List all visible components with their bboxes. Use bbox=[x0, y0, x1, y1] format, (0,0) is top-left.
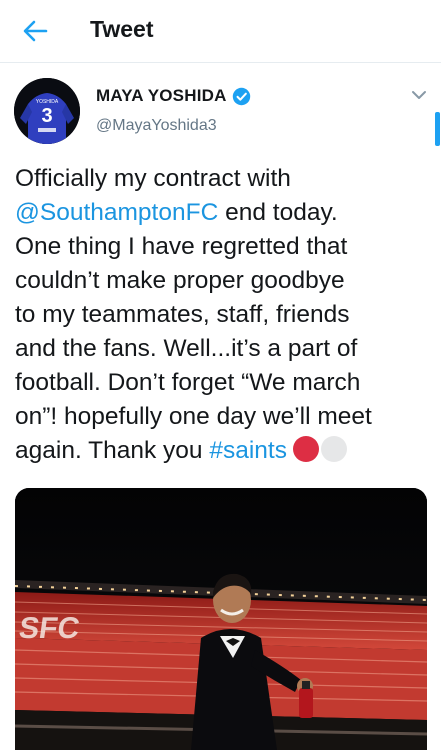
red-circle-emoji bbox=[292, 436, 319, 462]
arrow-left-icon[interactable] bbox=[22, 19, 48, 43]
author-name-row[interactable]: MAYA YOSHIDA bbox=[96, 86, 251, 106]
verified-badge-icon bbox=[232, 87, 250, 105]
page-title: Tweet bbox=[90, 16, 154, 42]
avatar-jersey-number: 3 bbox=[41, 105, 52, 127]
tweet-line: One thing I have regretted that bbox=[15, 233, 348, 260]
tweet-line: and the fans. Well...it’s a part of bbox=[15, 335, 358, 362]
tweet-line: Officially my contract with bbox=[15, 165, 291, 192]
tweet-line: again. Thank you #saints bbox=[15, 434, 425, 468]
white-circle-emoji bbox=[320, 436, 347, 462]
hashtag-link[interactable]: #saints bbox=[209, 437, 287, 464]
tweet-line: football. Don’t forget “We march bbox=[15, 369, 361, 396]
tweet-text-fragment: again. Thank you bbox=[15, 437, 210, 464]
chevron-down-icon[interactable] bbox=[411, 90, 427, 100]
tweet-text-fragment: end today. bbox=[218, 199, 338, 226]
stand-lettering: SFC bbox=[17, 612, 82, 645]
avatar[interactable]: YOSHIDA 3 bbox=[14, 78, 80, 144]
top-bar: Tweet bbox=[0, 0, 441, 63]
tweet-line: @SouthamptonFC end today. bbox=[15, 196, 425, 230]
author-display-name[interactable]: MAYA YOSHIDA bbox=[96, 86, 227, 106]
scrollbar-thumb[interactable] bbox=[435, 112, 440, 146]
tweet-line: couldn’t make proper goodbye bbox=[15, 267, 345, 294]
author-handle[interactable]: @MayaYoshida3 bbox=[96, 117, 217, 135]
tweet-text: Officially my contract with @Southampton… bbox=[15, 162, 425, 468]
tweet-photo[interactable]: SFC bbox=[15, 488, 427, 750]
tweet-line: to my teammates, staff, friends bbox=[15, 301, 350, 328]
tweet-line: on”! hopefully one day we’ll meet bbox=[15, 403, 372, 430]
mention-link[interactable]: @SouthamptonFC bbox=[15, 199, 218, 226]
